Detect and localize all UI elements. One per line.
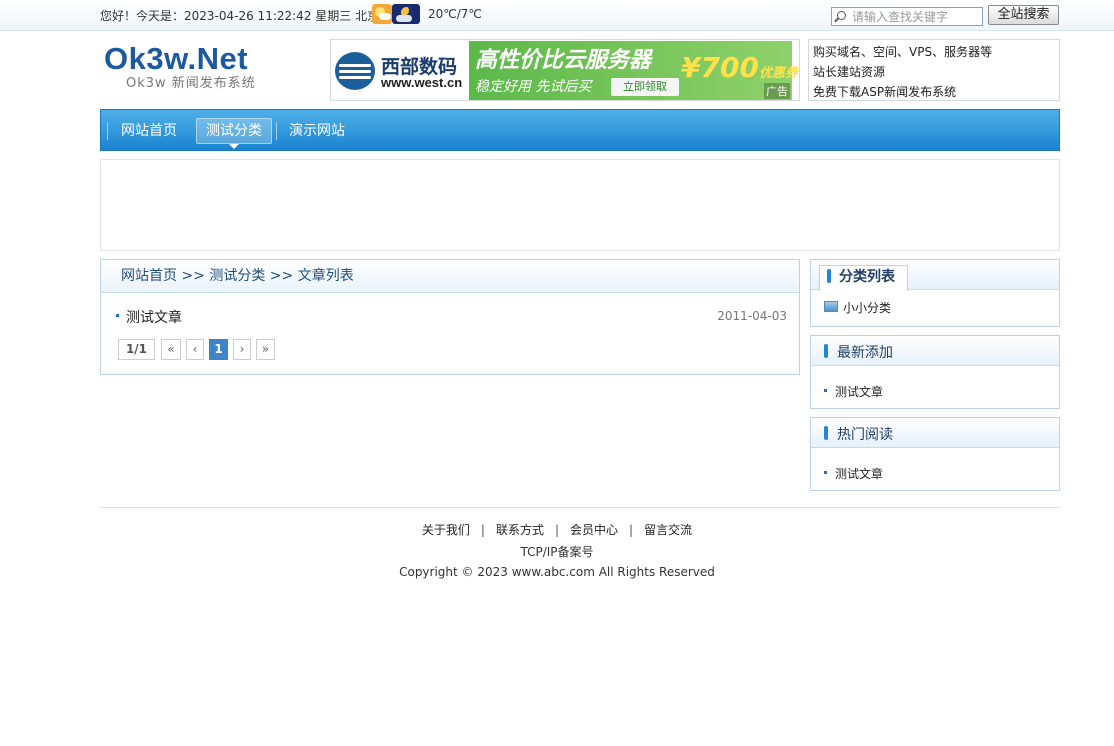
breadcrumb: 网站首页 >> 测试分类 >> 文章列表 xyxy=(101,260,799,293)
current-page-button[interactable]: 1 xyxy=(209,339,228,360)
nav-separator xyxy=(276,122,277,140)
ad-brand-area: 西部数码 www.west.cn xyxy=(331,40,469,100)
nav-test-category[interactable]: 测试分类 xyxy=(196,118,272,149)
folder-icon xyxy=(824,301,838,312)
nav-separator xyxy=(107,122,108,140)
ad-url: www.west.cn xyxy=(381,75,463,90)
footer-about-link[interactable]: 关于我们 xyxy=(422,523,470,537)
footer-divider xyxy=(100,507,1060,508)
footer-contact-link[interactable]: 联系方式 xyxy=(496,523,544,537)
bullet-icon xyxy=(824,389,827,392)
panel-header: 分类列表 xyxy=(811,260,1059,291)
footer-links: 关于我们 | 联系方式 | 会员中心 | 留言交流 xyxy=(0,521,1114,538)
nav-home[interactable]: 网站首页 xyxy=(112,118,186,144)
logo-subtitle: Ok3w 新闻发布系统 xyxy=(126,76,256,91)
temperature: 20℃/7℃ xyxy=(428,7,482,21)
first-page-button[interactable]: « xyxy=(161,339,181,360)
footer-separator: | xyxy=(629,523,634,537)
nav-demo-site[interactable]: 演示网站 xyxy=(280,118,354,144)
panel-title: 最新添加 xyxy=(837,345,893,361)
site-logo[interactable]: Ok3w.Net Ok3w 新闻发布系统 xyxy=(104,42,256,92)
page-info: 1/1 xyxy=(118,339,155,360)
quick-links: 购买域名、空间、VPS、服务器等 站长建站资源 免费下载ASP新闻发布系统 xyxy=(808,39,1060,101)
next-page-button[interactable]: › xyxy=(233,339,251,360)
category-list-panel: 分类列表 小小分类 xyxy=(810,259,1060,327)
ad-price: ¥700优惠券 xyxy=(681,51,798,84)
ad-cta-button[interactable]: 立即领取 xyxy=(611,78,679,96)
site-search-button[interactable]: 全站搜索 xyxy=(988,5,1059,25)
ad-price-suffix: 优惠券 xyxy=(758,66,798,81)
list-item: 测试文章 2011-04-03 xyxy=(115,307,787,327)
header-bar-icon xyxy=(824,426,828,440)
ad-tagline: 稳定好用 先试后买 xyxy=(475,79,592,95)
panel-title: 热门阅读 xyxy=(837,427,893,443)
west-logo-icon xyxy=(335,52,375,90)
last-page-button[interactable]: » xyxy=(256,339,275,360)
ad-mark: 广告 xyxy=(764,83,790,99)
bullet-icon xyxy=(116,314,119,317)
footer-separator: | xyxy=(554,523,560,537)
ad-banner[interactable]: 西部数码 www.west.cn 高性价比云服务器 稳定好用 先试后买 立即领取… xyxy=(330,39,800,101)
article-date: 2011-04-03 xyxy=(717,309,787,323)
header-bar-icon xyxy=(827,269,831,283)
latest-article-link[interactable]: 测试文章 xyxy=(835,383,883,400)
header-bar-icon xyxy=(824,344,828,358)
main-nav: 网站首页 测试分类 演示网站 xyxy=(100,109,1060,151)
panel-title: 分类列表 xyxy=(839,269,895,285)
quick-link-resources[interactable]: 站长建站资源 xyxy=(813,62,1055,82)
ad-headline: 高性价比云服务器 xyxy=(475,48,652,73)
copyright: Copyright © 2023 www.abc.com All Rights … xyxy=(399,565,715,579)
hot-panel: 热门阅读 测试文章 xyxy=(810,417,1060,491)
date-greeting: 您好！今天是：2023-04-26 11:22:42 星期三 北京 xyxy=(100,9,380,23)
article-list-panel: 网站首页 >> 测试分类 >> 文章列表 测试文章 2011-04-03 1/1… xyxy=(100,259,800,375)
logo-text: Ok3w.Net xyxy=(104,41,249,76)
search-icon xyxy=(837,11,846,20)
bullet-icon xyxy=(824,471,827,474)
article-title-link[interactable]: 测试文章 xyxy=(126,307,182,327)
search-box[interactable] xyxy=(831,7,983,26)
panel-header: 最新添加 xyxy=(811,336,1059,366)
sunny-cloudy-icon xyxy=(372,4,392,24)
quick-link-domains[interactable]: 购买域名、空间、VPS、服务器等 xyxy=(813,42,1055,62)
footer-separator: | xyxy=(480,523,485,537)
panel-header: 热门阅读 xyxy=(811,418,1059,448)
banner-area xyxy=(100,159,1060,251)
night-cloudy-icon xyxy=(392,4,420,24)
top-bar: 您好！今天是：2023-04-26 11:22:42 星期三 北京 20℃/7℃… xyxy=(0,0,1114,31)
footer-member-link[interactable]: 会员中心 xyxy=(570,523,618,537)
icp-record[interactable]: TCP/IP备案号 xyxy=(0,543,1114,560)
prev-page-button[interactable]: ‹ xyxy=(186,339,204,360)
ad-price-value: ¥700 xyxy=(681,51,759,84)
hot-article-link[interactable]: 测试文章 xyxy=(835,465,883,482)
footer-guestbook-link[interactable]: 留言交流 xyxy=(644,523,692,537)
ad-promo: 高性价比云服务器 稳定好用 先试后买 立即领取 ¥700优惠券 广告 xyxy=(469,41,798,100)
search-input[interactable] xyxy=(852,9,980,24)
latest-panel: 最新添加 测试文章 xyxy=(810,335,1060,409)
quick-link-download[interactable]: 免费下载ASP新闻发布系统 xyxy=(813,82,1055,102)
category-link[interactable]: 小小分类 xyxy=(843,299,891,316)
